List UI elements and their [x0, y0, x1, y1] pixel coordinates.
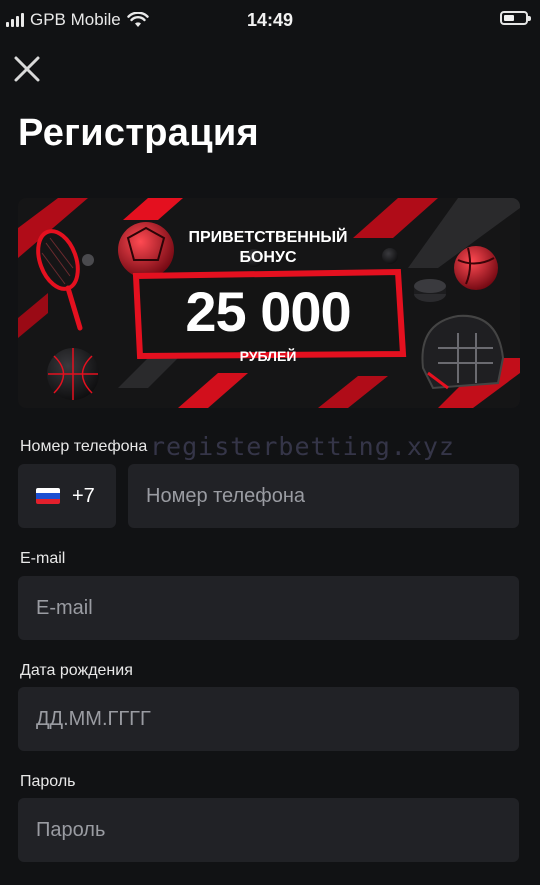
bonus-currency: РУБЛЕЙ — [239, 348, 297, 364]
phone-label: Номер телефона — [20, 438, 148, 455]
status-time: 14:49 — [246, 10, 294, 30]
battery-icon — [500, 11, 531, 25]
email-field-box — [18, 576, 519, 640]
birthdate-field-box — [18, 687, 519, 751]
watermark: registerbetting.xyz — [150, 432, 455, 461]
password-field-box — [18, 798, 519, 862]
page-title: Регистрация — [18, 112, 260, 154]
bonus-heading: ПРИВЕТСТВЕННЫЙ БОНУС — [188, 229, 348, 266]
email-label: E-mail — [20, 550, 66, 567]
battery-level — [504, 15, 514, 21]
password-input[interactable] — [18, 798, 519, 862]
phone-field-box — [128, 464, 519, 528]
email-input[interactable] — [18, 576, 519, 640]
russia-flag-icon — [36, 488, 60, 504]
phone-input[interactable] — [128, 464, 519, 528]
bonus-amount: 25 000 — [185, 280, 351, 343]
welcome-bonus-banner[interactable]: ПРИВЕТСТВЕННЫЙ БОНУС 25 000 РУБЛЕЙ — [18, 198, 520, 408]
close-icon[interactable] — [12, 54, 42, 84]
banner-text: ПРИВЕТСТВЕННЫЙ БОНУС 25 000 РУБЛЕЙ — [18, 198, 520, 408]
status-bar: GPB Mobile 14:49 — [0, 0, 540, 40]
country-code-select[interactable]: +7 — [18, 464, 116, 528]
birthdate-input[interactable] — [18, 687, 519, 751]
password-label: Пароль — [20, 773, 76, 790]
country-code: +7 — [72, 484, 95, 507]
birthdate-label: Дата рождения — [20, 662, 133, 679]
